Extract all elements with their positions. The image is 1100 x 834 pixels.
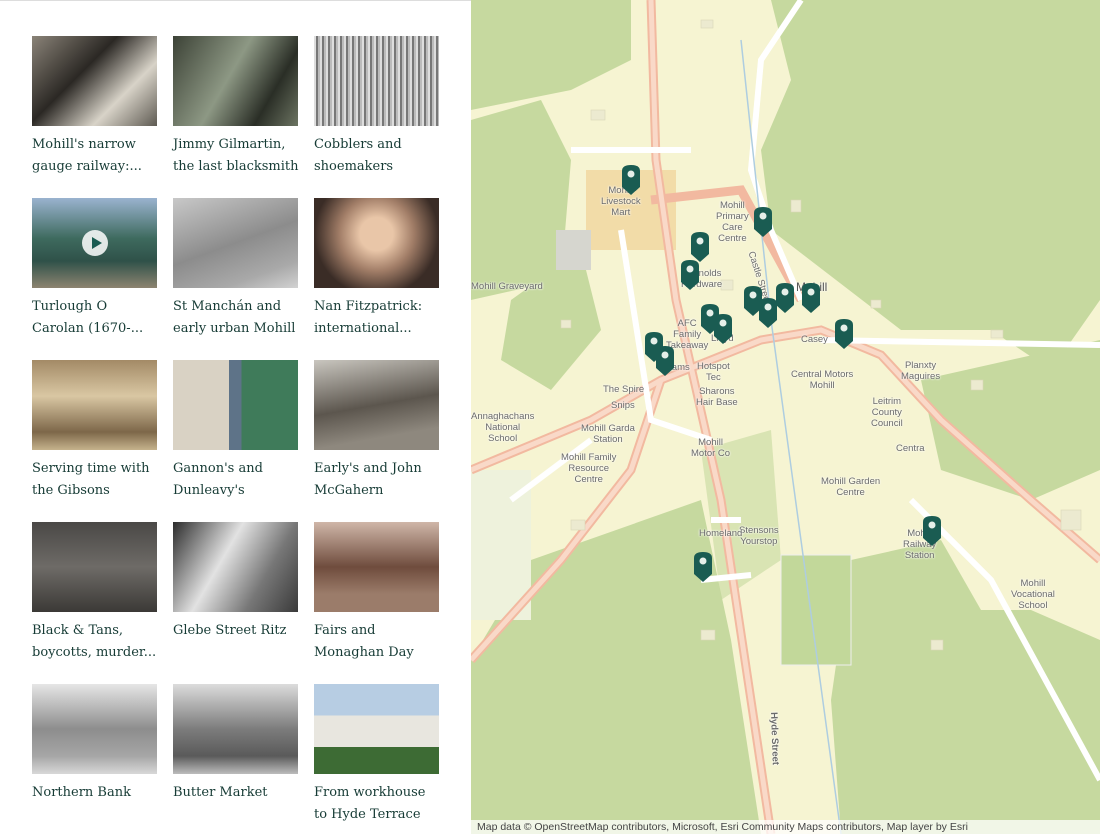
play-icon[interactable] (81, 230, 108, 256)
map-label: The Spire (603, 384, 645, 395)
map-label: Centra (896, 443, 925, 454)
map-label: Mohill Vocational School (1011, 578, 1055, 611)
story-card[interactable]: Fairs and Monaghan Day (314, 522, 439, 664)
story-title[interactable]: Serving time with the Gibsons (32, 458, 160, 502)
map-label: Homeland (699, 528, 743, 539)
story-card[interactable]: Nan Fitzpatrick: international... (314, 198, 439, 340)
story-card[interactable]: St Manchán and early urban Mohill (173, 198, 298, 340)
story-thumbnail[interactable] (314, 360, 439, 450)
story-thumbnail[interactable] (314, 36, 439, 126)
story-title[interactable]: Glebe Street Ritz (173, 620, 301, 642)
map-label: Mohill Garda Station (581, 423, 635, 445)
map-label: Mohill Primary Care Centre (716, 200, 749, 244)
story-title[interactable]: Gannon's and Dunleavy's (173, 458, 301, 502)
map-label: Central Motors Mohill (791, 369, 854, 391)
story-thumbnail[interactable] (32, 360, 157, 450)
story-thumbnail[interactable] (173, 522, 298, 612)
story-card[interactable]: Serving time with the Gibsons (32, 360, 157, 502)
map-label: Mohill Graveyard (471, 281, 543, 292)
map-base (471, 0, 1100, 834)
story-card[interactable]: Early's and John McGahern (314, 360, 439, 502)
story-title[interactable]: Fairs and Monaghan Day (314, 620, 442, 664)
story-title[interactable]: Nan Fitzpatrick: international... (314, 296, 442, 340)
story-title[interactable]: Cobblers and shoemakers (314, 134, 442, 178)
story-title[interactable]: From workhouse to Hyde Terrace (314, 782, 442, 826)
map-label: Planxty Maguires (901, 360, 941, 382)
story-title[interactable]: Black & Tans, boycotts, murder... (32, 620, 160, 664)
story-card[interactable]: Butter Market (173, 684, 298, 804)
map-label: Hotspot Tec (697, 361, 730, 383)
map-label: Sharons Hair Base (696, 386, 738, 408)
map-label: Annaghachans National School (471, 411, 535, 444)
story-thumbnail[interactable] (173, 198, 298, 288)
story-thumbnail[interactable] (314, 522, 439, 612)
map-marker-pin[interactable] (681, 260, 699, 290)
map-marker-pin[interactable] (759, 298, 777, 328)
map-marker-pin[interactable] (694, 552, 712, 582)
story-card[interactable]: Black & Tans, boycotts, murder... (32, 522, 157, 664)
map-marker-pin[interactable] (691, 232, 709, 262)
map-label: Mohill Garden Centre (821, 476, 881, 498)
story-card[interactable]: Glebe Street Ritz (173, 522, 298, 642)
story-card[interactable]: Turlough O Carolan (1670-... (32, 198, 157, 340)
story-title[interactable]: Jimmy Gilmartin, the last blacksmith (173, 134, 301, 178)
story-thumbnail[interactable] (314, 684, 439, 774)
map-label: Mohill Family Resource Centre (561, 452, 617, 485)
map-marker-pin[interactable] (656, 346, 674, 376)
map[interactable]: Mohill Livestock Mart Mohill Primary Care… (471, 0, 1100, 834)
map-marker-pin[interactable] (923, 516, 941, 546)
story-card[interactable]: From workhouse to Hyde Terrace (314, 684, 439, 826)
story-thumbnail[interactable] (32, 522, 157, 612)
story-card[interactable]: Northern Bank (32, 684, 157, 804)
story-title[interactable]: St Manchán and early urban Mohill (173, 296, 301, 340)
story-card[interactable]: Cobblers and shoemakers (314, 36, 439, 178)
story-thumbnail[interactable] (173, 360, 298, 450)
map-marker-pin[interactable] (802, 283, 820, 313)
map-label: Snips (611, 400, 635, 411)
story-title[interactable]: Turlough O Carolan (1670-... (32, 296, 160, 340)
map-marker-pin[interactable] (714, 314, 732, 344)
story-thumbnail[interactable] (173, 36, 298, 126)
story-thumbnail[interactable] (32, 684, 157, 774)
story-title[interactable]: Butter Market (173, 782, 301, 804)
map-marker-pin[interactable] (622, 165, 640, 195)
story-title[interactable]: Early's and John McGahern (314, 458, 442, 502)
map-label: Hyde Street (768, 712, 781, 766)
story-thumbnail[interactable] (32, 198, 157, 288)
story-card[interactable]: Gannon's and Dunleavy's (173, 360, 298, 502)
story-title[interactable]: Mohill's narrow gauge railway:... (32, 134, 160, 178)
map-label: Mohill Motor Co (691, 437, 731, 459)
map-label: Casey (801, 334, 828, 345)
map-marker-pin[interactable] (754, 207, 772, 237)
story-thumbnail[interactable] (314, 198, 439, 288)
map-label: Stensons Yourstop (739, 525, 779, 547)
story-list: Mohill's narrow gauge railway:... Jimmy G… (0, 0, 471, 834)
story-thumbnail[interactable] (173, 684, 298, 774)
map-marker-pin[interactable] (835, 319, 853, 349)
story-title[interactable]: Northern Bank (32, 782, 160, 804)
story-card[interactable]: Jimmy Gilmartin, the last blacksmith (173, 36, 301, 178)
map-attribution: Map data © OpenStreetMap contributors, M… (471, 820, 1100, 834)
story-card[interactable]: Mohill's narrow gauge railway:... (32, 36, 157, 178)
map-label: Leitrim County Council (871, 396, 903, 429)
story-thumbnail[interactable] (32, 36, 157, 126)
map-marker-pin[interactable] (776, 283, 794, 313)
